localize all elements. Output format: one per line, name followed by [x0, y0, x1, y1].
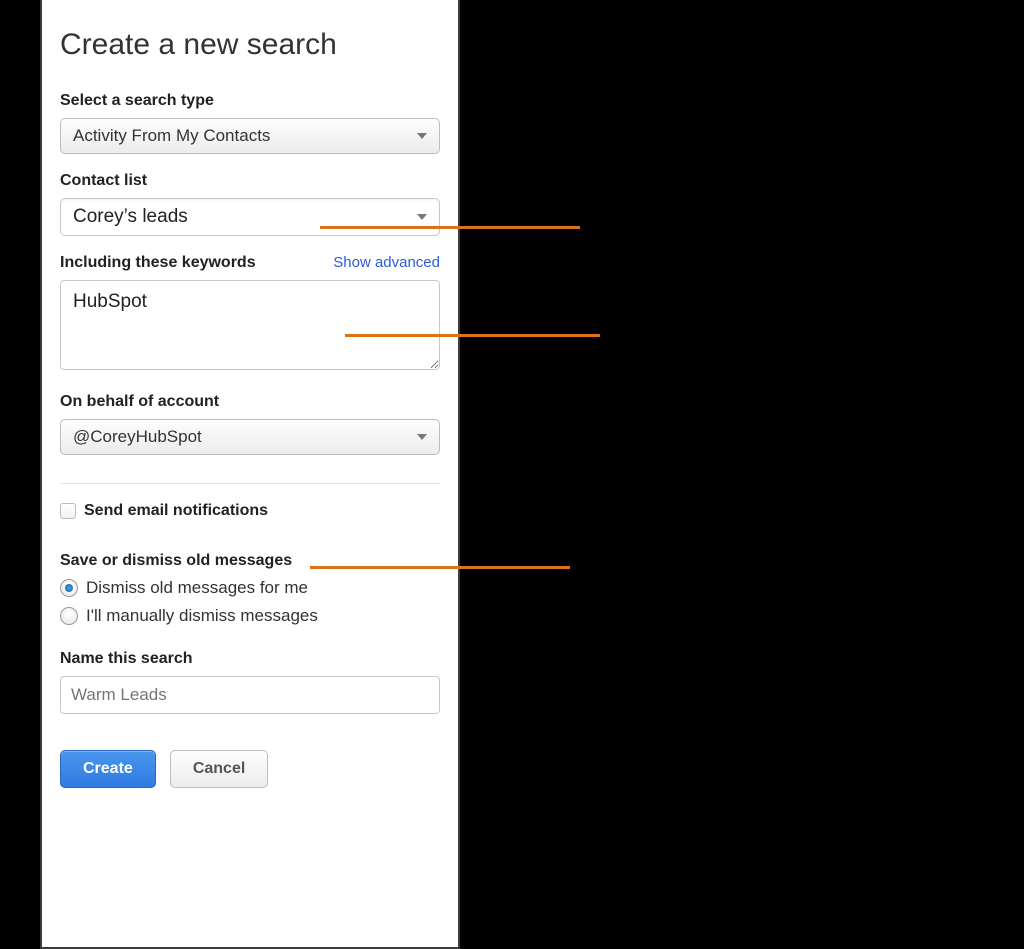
email-notifications-checkbox[interactable]	[60, 503, 76, 519]
cancel-button[interactable]: Cancel	[170, 750, 268, 788]
dismiss-auto-radio[interactable]	[60, 579, 78, 597]
search-type-value: Activity From My Contacts	[73, 126, 270, 146]
account-value: @CoreyHubSpot	[73, 427, 202, 447]
dismiss-manual-label: I'll manually dismiss messages	[86, 606, 318, 626]
divider	[60, 483, 440, 484]
search-type-label: Select a search type	[60, 92, 440, 110]
dismiss-manual-radio[interactable]	[60, 607, 78, 625]
account-select[interactable]: @CoreyHubSpot	[60, 419, 440, 455]
contact-list-select[interactable]: Corey’s leads	[60, 198, 440, 236]
annotation-line	[310, 566, 570, 569]
keywords-label: Including these keywords	[60, 254, 256, 272]
chevron-down-icon	[417, 434, 427, 440]
email-notifications-label: Send email notifications	[84, 502, 268, 520]
account-label: On behalf of account	[60, 393, 440, 411]
name-search-label: Name this search	[60, 650, 440, 668]
annotation-line	[320, 226, 580, 229]
create-button[interactable]: Create	[60, 750, 156, 788]
search-type-select[interactable]: Activity From My Contacts	[60, 118, 440, 154]
keywords-input[interactable]	[60, 280, 440, 370]
show-advanced-link[interactable]: Show advanced	[333, 254, 440, 271]
create-search-panel: Create a new search Select a search type…	[40, 0, 460, 949]
page-title: Create a new search	[60, 28, 440, 62]
chevron-down-icon	[417, 133, 427, 139]
dismiss-auto-label: Dismiss old messages for me	[86, 578, 308, 598]
annotation-line	[345, 334, 600, 337]
contact-list-label: Contact list	[60, 172, 440, 190]
contact-list-value: Corey’s leads	[73, 206, 188, 228]
name-search-input[interactable]	[60, 676, 440, 714]
chevron-down-icon	[417, 214, 427, 220]
